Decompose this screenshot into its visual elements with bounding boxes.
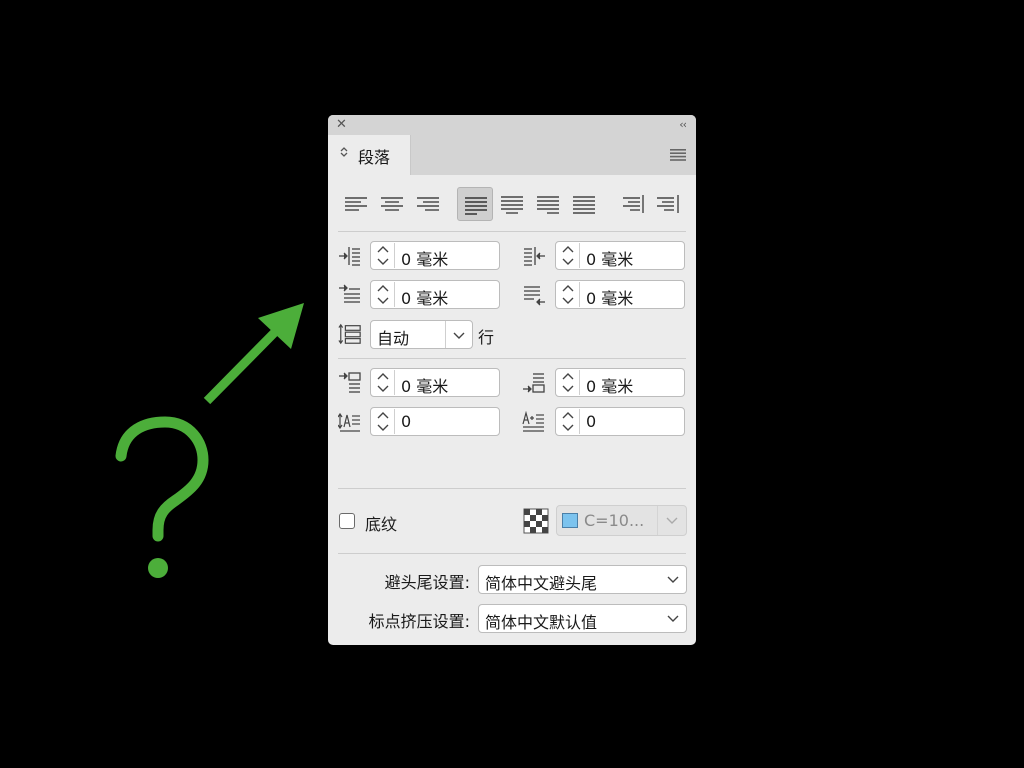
- justify-all-icon: [573, 196, 595, 214]
- line-unit-label: 行: [478, 328, 495, 347]
- space-after-icon: [523, 373, 545, 393]
- mojikumi-label: 标点挤压设置:: [368, 612, 470, 631]
- kinsoku-value: 简体中文避头尾: [485, 574, 598, 593]
- stepper-arrows-icon[interactable]: [557, 409, 580, 434]
- stepper-arrows-icon[interactable]: [372, 243, 395, 268]
- left-indent-icon: [339, 247, 360, 266]
- justify-last-left-icon: [465, 197, 487, 215]
- first-line-indent-icon: [339, 284, 360, 303]
- align-away-from-spine-icon: [657, 195, 679, 213]
- line-mode-select[interactable]: 自动: [370, 320, 473, 349]
- justify-last-center-icon: [501, 196, 523, 214]
- align-center-icon: [381, 197, 403, 211]
- stepper-arrows-icon[interactable]: [372, 409, 395, 434]
- close-icon[interactable]: ✕: [336, 117, 347, 132]
- drop-cap-lines-field[interactable]: 0: [370, 407, 500, 436]
- first-line-indent-value: 0 毫米: [401, 289, 449, 308]
- divider: [338, 231, 686, 232]
- space-after-field[interactable]: 0 毫米: [555, 368, 685, 397]
- green-arrow-icon: [203, 303, 304, 405]
- stepper-arrows-icon[interactable]: [372, 370, 395, 395]
- align-towards-spine-button[interactable]: [614, 187, 650, 221]
- align-towards-spine-icon: [623, 195, 644, 213]
- justify-all-button[interactable]: [566, 187, 602, 221]
- drop-cap-lines-icon: [338, 412, 360, 432]
- space-before-field[interactable]: 0 毫米: [370, 368, 500, 397]
- right-indent-value: 0 毫米: [586, 250, 634, 269]
- align-left-icon: [345, 197, 367, 211]
- stepper-arrows-icon[interactable]: [557, 370, 580, 395]
- mojikumi-select[interactable]: 简体中文默认值: [478, 604, 687, 633]
- justify-last-left-button[interactable]: [457, 187, 493, 221]
- shading-label: 底纹: [365, 515, 398, 534]
- align-center-button[interactable]: [374, 187, 410, 221]
- divider: [338, 553, 686, 554]
- drop-cap-chars-value: 0: [586, 412, 597, 431]
- kinsoku-select[interactable]: 简体中文避头尾: [478, 565, 687, 594]
- chevron-down-icon[interactable]: [660, 605, 686, 632]
- justify-last-right-button[interactable]: [530, 187, 566, 221]
- drop-cap-chars-field[interactable]: 0: [555, 407, 685, 436]
- last-line-right-indent-value: 0 毫米: [586, 289, 634, 308]
- right-indent-icon: [524, 247, 545, 266]
- justify-last-right-icon: [537, 196, 559, 214]
- color-swatch: [562, 513, 578, 528]
- space-before-value: 0 毫米: [401, 377, 449, 396]
- panel-menu-icon[interactable]: [670, 149, 686, 161]
- align-right-icon: [417, 197, 439, 211]
- line-mode-value: 自动: [377, 329, 410, 348]
- grid-alignment-icon: [338, 323, 361, 345]
- stepper-arrows-icon[interactable]: [372, 282, 395, 307]
- align-right-button[interactable]: [410, 187, 446, 221]
- divider: [338, 488, 686, 489]
- align-away-from-spine-button[interactable]: [650, 187, 686, 221]
- paragraph-panel: ✕ ‹‹ 段落 0 毫米 0 毫米 0 毫米 0 毫米 自动 行 0 毫米 0 …: [328, 115, 696, 645]
- tab-paragraph[interactable]: 段落: [328, 135, 411, 175]
- chevron-down-icon[interactable]: [660, 566, 686, 593]
- space-after-value: 0 毫米: [586, 377, 634, 396]
- align-left-button[interactable]: [338, 187, 374, 221]
- drop-cap-chars-icon: [522, 411, 544, 432]
- last-line-right-indent-icon: [524, 286, 545, 306]
- drop-cap-lines-value: 0: [401, 412, 412, 431]
- space-before-icon: [339, 372, 361, 393]
- tab-title: 段落: [358, 148, 391, 167]
- right-indent-field[interactable]: 0 毫米: [555, 241, 685, 270]
- stepper-arrows-icon[interactable]: [557, 282, 580, 307]
- justify-last-center-button[interactable]: [494, 187, 530, 221]
- left-indent-value: 0 毫米: [401, 250, 449, 269]
- stepper-arrows-icon[interactable]: [557, 243, 580, 268]
- kinsoku-label: 避头尾设置:: [384, 573, 470, 592]
- last-line-right-indent-field[interactable]: 0 毫米: [555, 280, 685, 309]
- panel-titlebar: ✕ ‹‹: [328, 115, 696, 135]
- chevron-down-icon[interactable]: [445, 321, 472, 348]
- shading-color-select[interactable]: C=10...: [556, 505, 687, 536]
- divider: [338, 358, 686, 359]
- left-indent-field[interactable]: 0 毫米: [370, 241, 500, 270]
- panel-tab-row: 段落: [328, 135, 696, 175]
- chevron-down-icon[interactable]: [657, 506, 686, 535]
- mojikumi-value: 简体中文默认值: [485, 613, 598, 632]
- swatch-grid-icon[interactable]: [523, 508, 549, 534]
- collapse-icon[interactable]: ‹‹: [679, 118, 687, 131]
- shading-color-value: C=10...: [584, 511, 645, 530]
- question-mark-icon: [115, 416, 209, 578]
- first-line-indent-field[interactable]: 0 毫米: [370, 280, 500, 309]
- expand-chevron-icon[interactable]: [340, 146, 348, 158]
- shading-checkbox[interactable]: [339, 513, 355, 529]
